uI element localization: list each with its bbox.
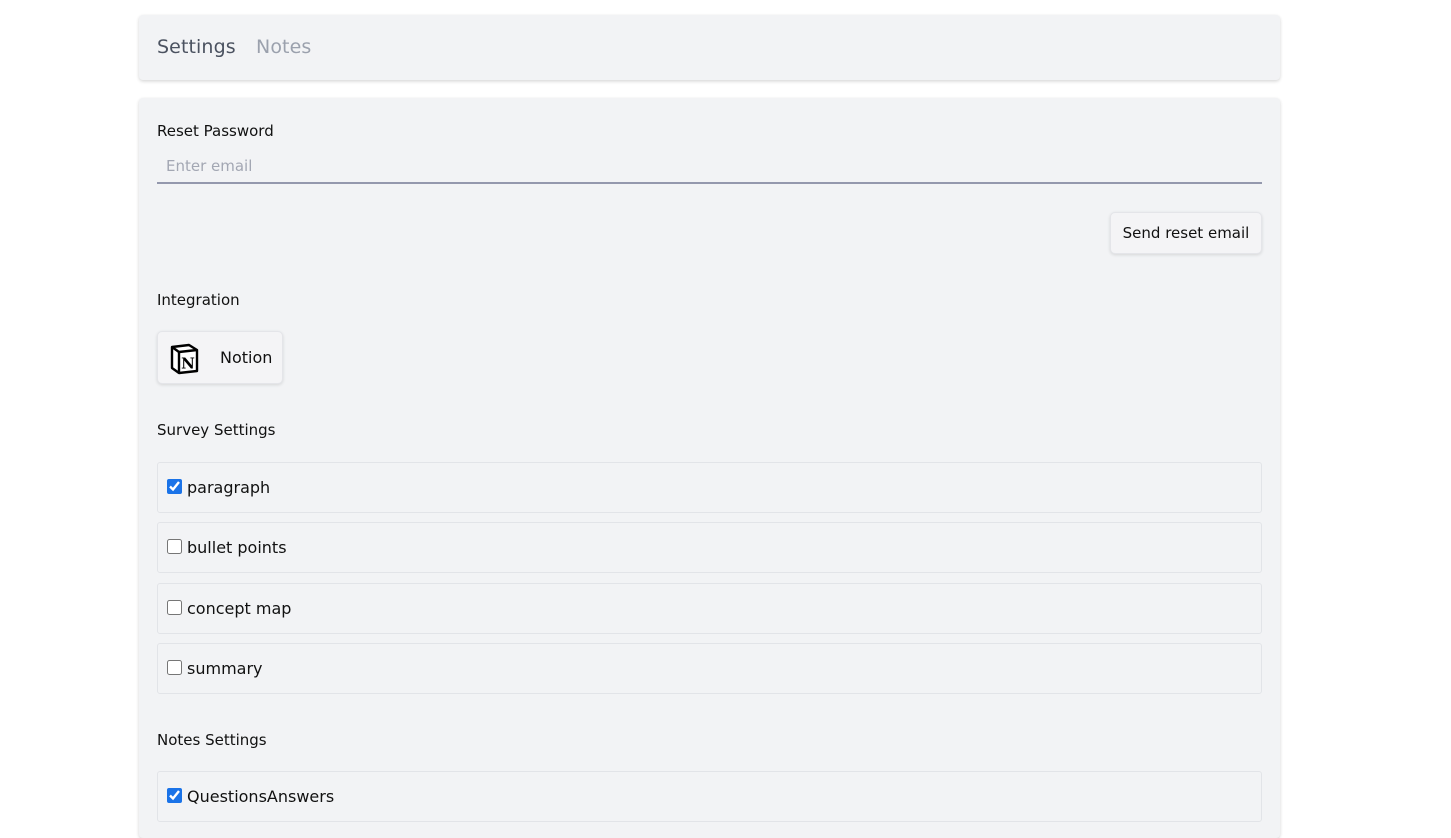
questions-answers-checkbox[interactable] <box>167 788 182 803</box>
paragraph-checkbox[interactable] <box>167 479 182 494</box>
reset-password-heading: Reset Password <box>157 122 274 140</box>
option-label: bullet points <box>187 538 287 557</box>
option-label: summary <box>187 659 263 678</box>
integration-heading: Integration <box>157 291 240 309</box>
notes-option-questions-answers: QuestionsAnswers <box>157 771 1262 822</box>
tab-bar: Settings Notes <box>139 15 1280 80</box>
tab-settings[interactable]: Settings <box>157 15 236 80</box>
notion-integration-button[interactable]: N Notion <box>157 331 283 384</box>
survey-option-bullet-points: bullet points <box>157 522 1262 573</box>
svg-text:N: N <box>181 355 195 373</box>
survey-settings-heading: Survey Settings <box>157 421 276 439</box>
tab-notes[interactable]: Notes <box>256 15 311 80</box>
survey-option-paragraph: paragraph <box>157 462 1262 513</box>
notes-settings-heading: Notes Settings <box>157 731 267 749</box>
survey-option-summary: summary <box>157 643 1262 694</box>
option-label: QuestionsAnswers <box>187 787 335 806</box>
option-label: concept map <box>187 599 292 618</box>
notion-label: Notion <box>220 348 273 367</box>
email-input[interactable] <box>157 149 1262 184</box>
settings-panel: Reset Password Send reset email Integrat… <box>139 98 1280 838</box>
concept-map-checkbox[interactable] <box>167 600 182 615</box>
survey-option-concept-map: concept map <box>157 583 1262 634</box>
option-label: paragraph <box>187 478 271 497</box>
notion-icon: N <box>170 343 199 375</box>
send-reset-email-button[interactable]: Send reset email <box>1110 212 1262 254</box>
bullet-points-checkbox[interactable] <box>167 539 182 554</box>
summary-checkbox[interactable] <box>167 660 182 675</box>
